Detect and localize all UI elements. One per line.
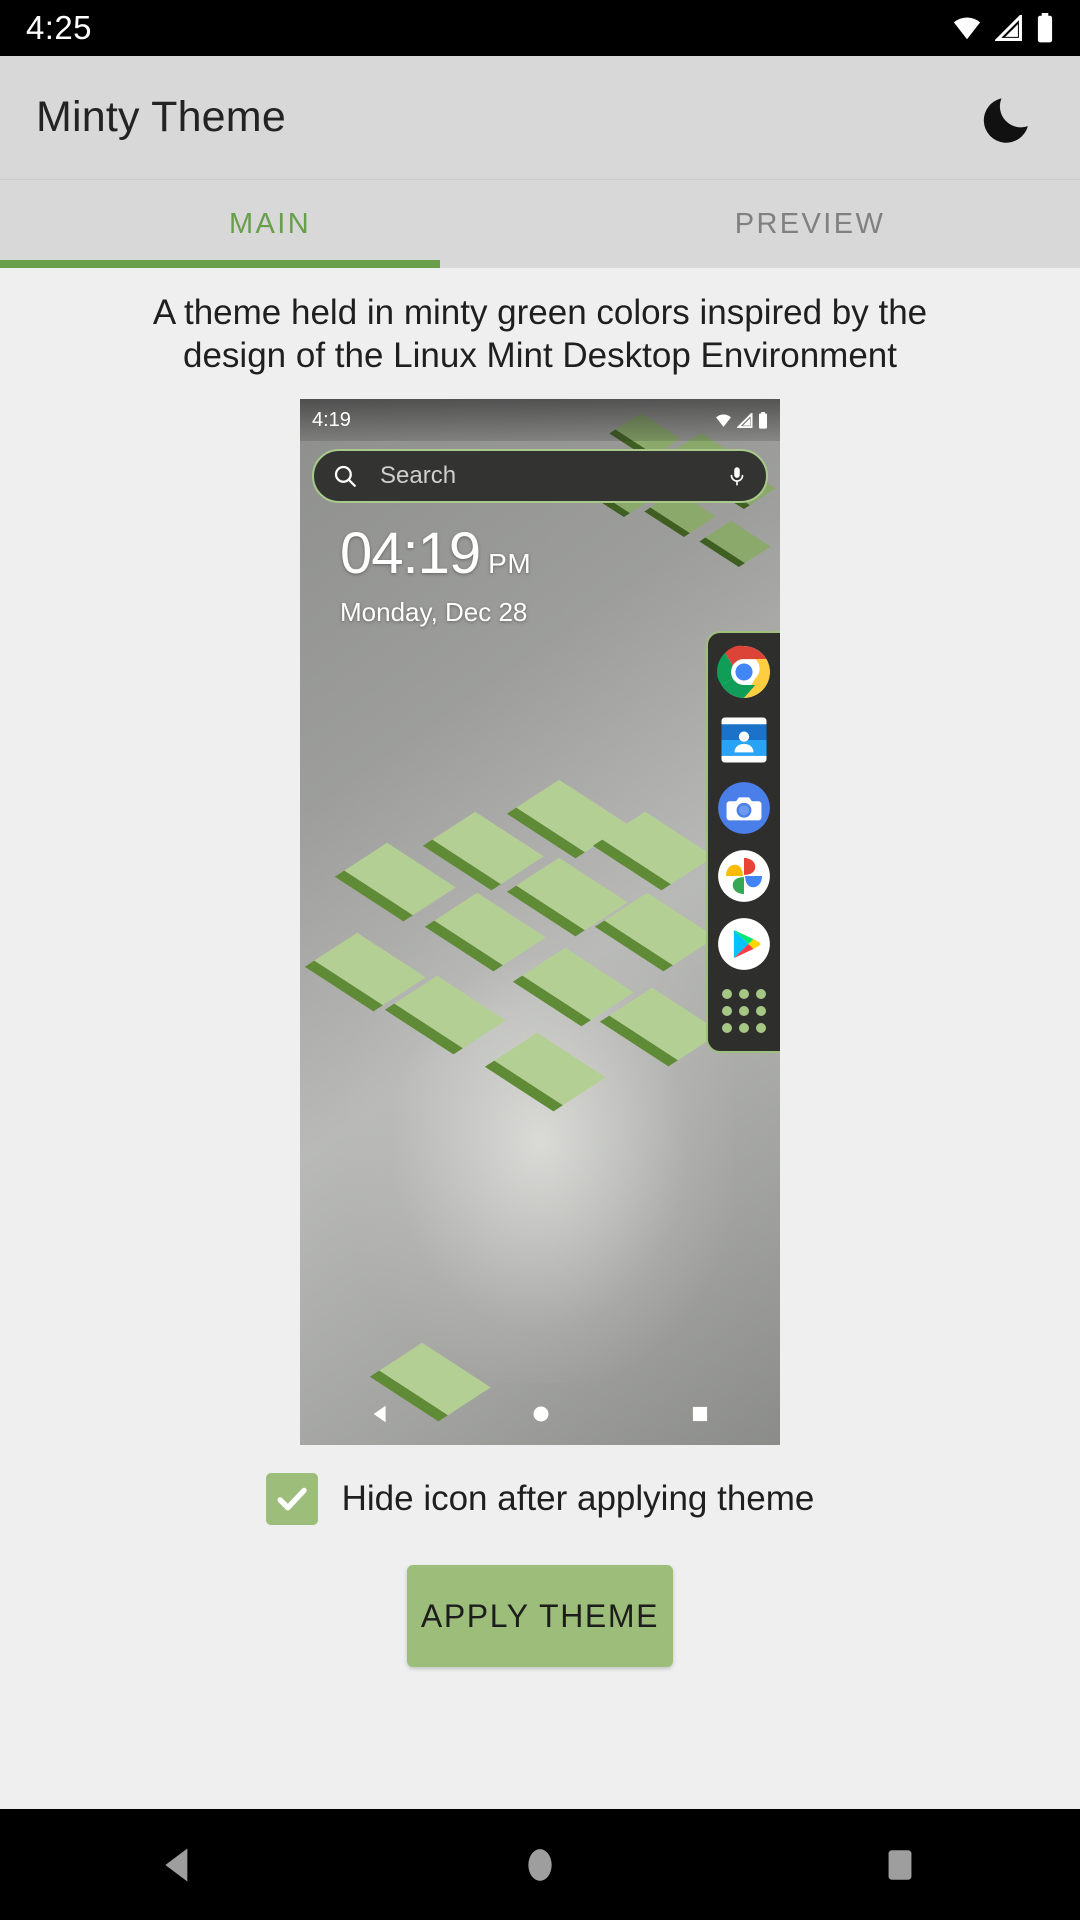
system-nav-bar	[0, 1810, 1080, 1920]
chrome-icon[interactable]	[717, 645, 771, 699]
hide-icon-checkbox-label: Hide icon after applying theme	[341, 1479, 815, 1519]
preview-nav-bar	[300, 1383, 780, 1445]
home-icon[interactable]	[531, 1404, 551, 1424]
play-store-icon[interactable]	[717, 917, 771, 971]
cellular-signal-icon	[737, 412, 753, 428]
check-icon	[277, 1488, 307, 1511]
back-icon	[165, 1848, 188, 1882]
preview-status-icons	[715, 411, 768, 429]
apply-theme-button[interactable]: APPLY THEME	[407, 1565, 673, 1668]
preview-clock-widget[interactable]: 04:19 PM Monday, Dec 28	[340, 525, 531, 628]
home-icon	[528, 1849, 552, 1881]
moon-icon	[983, 97, 1028, 143]
wallpaper-cube	[699, 521, 771, 568]
system-status-bar: 4:25	[0, 0, 1080, 56]
app-drawer-grid-icon[interactable]	[722, 989, 766, 1034]
wallpaper-cube	[484, 1033, 606, 1112]
main-content: A theme held in minty green colors inspi…	[0, 268, 1080, 1809]
hide-icon-checkbox-row[interactable]: Hide icon after applying theme	[265, 1473, 815, 1526]
status-bar-time: 4:25	[26, 9, 92, 46]
search-icon	[334, 466, 356, 488]
preview-search-bar[interactable]: Search	[312, 449, 768, 504]
preview-clock-meridiem: PM	[488, 548, 532, 580]
photos-icon[interactable]	[717, 849, 771, 903]
app-bar: Minty Theme	[0, 56, 1080, 180]
recents-icon	[888, 1850, 912, 1880]
preview-clock-date: Monday, Dec 28	[340, 597, 528, 628]
dark-mode-toggle-button[interactable]	[972, 82, 1044, 154]
battery-icon	[1037, 13, 1053, 43]
nav-back-button[interactable]	[120, 1810, 240, 1920]
nav-home-button[interactable]	[480, 1810, 600, 1920]
camera-icon[interactable]	[717, 781, 771, 835]
microphone-icon[interactable]	[726, 463, 748, 489]
tab-main[interactable]: MAIN	[0, 180, 540, 268]
tab-preview[interactable]: PREVIEW	[540, 180, 1080, 268]
status-bar-icons	[952, 13, 1054, 43]
nav-recents-button[interactable]	[840, 1810, 960, 1920]
recents-icon[interactable]	[690, 1404, 710, 1424]
wallpaper-cube	[599, 988, 721, 1067]
preview-search-placeholder: Search	[380, 462, 457, 490]
tab-active-indicator	[0, 260, 440, 268]
tab-bar: MAIN PREVIEW	[0, 180, 1080, 268]
preview-status-bar: 4:19	[300, 399, 780, 442]
wallpaper-cube	[384, 976, 506, 1055]
preview-clock-time-row: 04:19 PM	[340, 525, 531, 583]
preview-dock	[706, 631, 780, 1054]
page-title: Minty Theme	[36, 93, 286, 141]
wifi-icon	[716, 414, 731, 427]
wifi-icon	[953, 17, 981, 40]
theme-preview-image[interactable]: 4:19 Search 04:19 PM Monday, Dec 28	[300, 399, 780, 1446]
back-icon[interactable]	[370, 1403, 392, 1425]
cellular-signal-icon	[995, 15, 1022, 41]
theme-description: A theme held in minty green colors inspi…	[152, 293, 928, 375]
contacts-icon[interactable]	[717, 713, 771, 767]
preview-clock-time: 04:19	[340, 521, 481, 587]
hide-icon-checkbox[interactable]	[265, 1473, 318, 1526]
preview-status-time: 4:19	[312, 408, 351, 431]
battery-icon	[758, 411, 768, 429]
